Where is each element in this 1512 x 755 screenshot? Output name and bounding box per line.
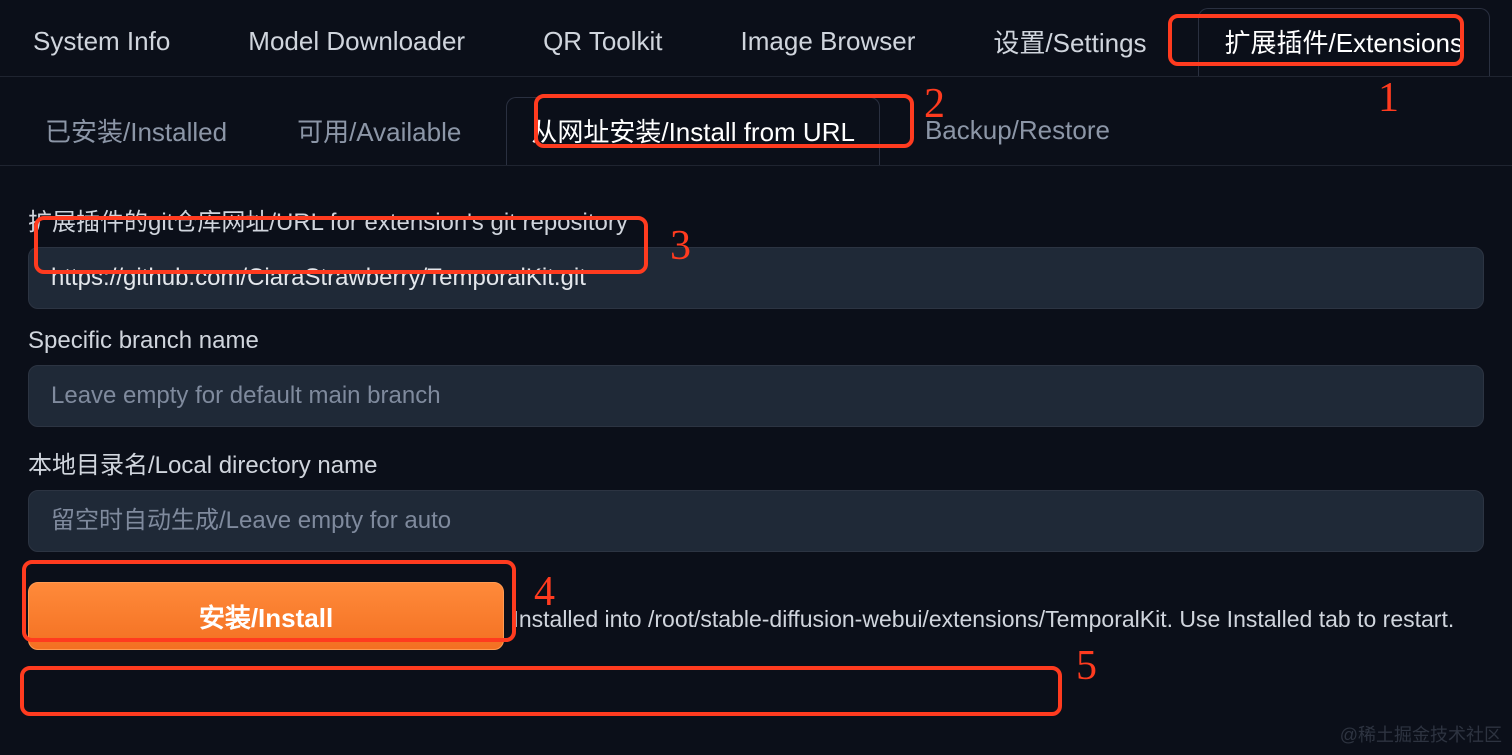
localdir-label: 本地目录名/Local directory name <box>28 445 1484 480</box>
branch-input[interactable] <box>28 365 1484 427</box>
install-status-message: Installed into /root/stable-diffusion-we… <box>508 600 1458 639</box>
install-from-url-form: 扩展插件的git仓库网址/URL for extension's git rep… <box>0 166 1512 650</box>
top-tab-row: System Info Model Downloader QR Toolkit … <box>0 0 1512 77</box>
subtab-backup-restore[interactable]: Backup/Restore <box>900 100 1135 162</box>
watermark: @稀土掘金技术社区 <box>1340 721 1502 747</box>
repo-url-label: 扩展插件的git仓库网址/URL for extension's git rep… <box>28 202 1484 237</box>
subtab-install-from-url[interactable]: 从网址安装/Install from URL <box>506 97 880 165</box>
branch-label: Specific branch name <box>28 327 1484 355</box>
repo-url-input[interactable] <box>28 247 1484 309</box>
tab-image-browser[interactable]: Image Browser <box>714 11 943 73</box>
tab-model-downloader[interactable]: Model Downloader <box>221 11 492 73</box>
localdir-input[interactable] <box>28 490 1484 552</box>
install-button[interactable]: 安装/Install <box>28 582 504 650</box>
subtab-available[interactable]: 可用/Available <box>272 97 486 165</box>
subtab-installed[interactable]: 已安装/Installed <box>20 97 252 165</box>
annotation-box-5 <box>20 666 1062 716</box>
sub-tab-row: 已安装/Installed 可用/Available 从网址安装/Install… <box>0 77 1512 166</box>
tab-qr-toolkit[interactable]: QR Toolkit <box>516 11 689 73</box>
tab-settings[interactable]: 设置/Settings <box>966 8 1173 76</box>
tab-extensions[interactable]: 扩展插件/Extensions <box>1198 8 1490 76</box>
tab-system-info[interactable]: System Info <box>6 11 197 73</box>
